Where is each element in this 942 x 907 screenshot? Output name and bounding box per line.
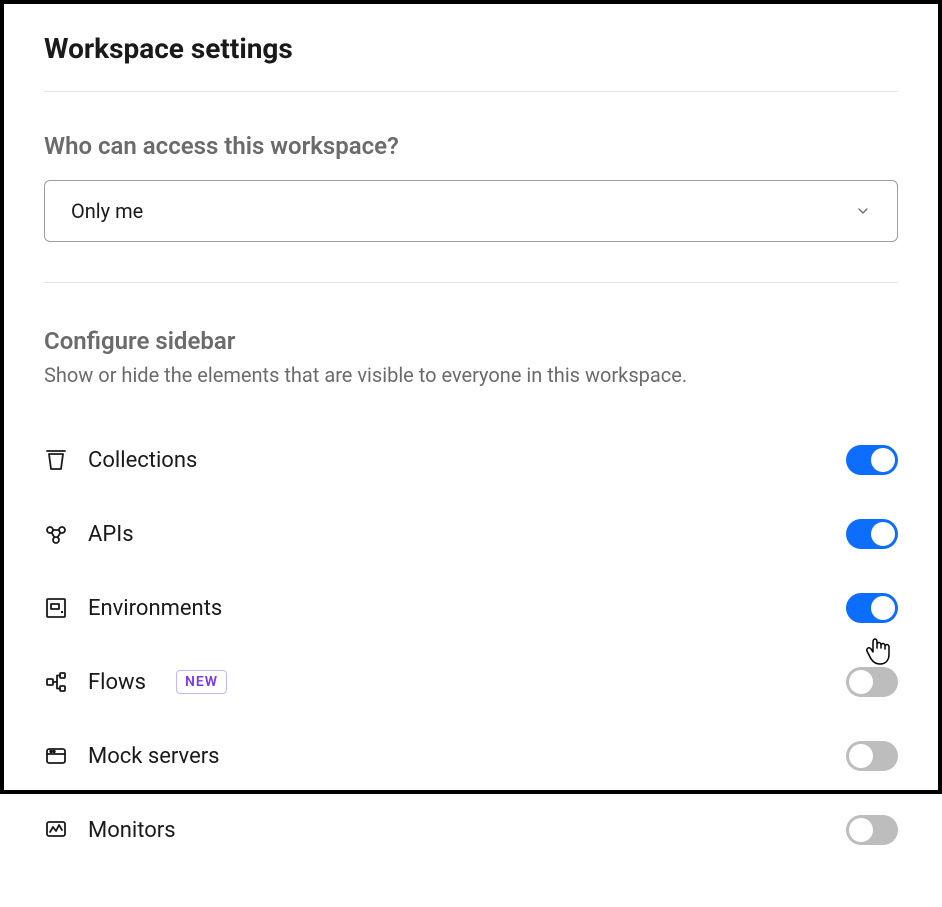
divider	[44, 282, 898, 283]
toggle-environments[interactable]	[846, 593, 898, 623]
collections-icon	[44, 448, 68, 472]
toggle-monitors[interactable]	[846, 815, 898, 845]
sidebar-item-label: Collections	[88, 448, 197, 473]
sidebar-item-label: Monitors	[88, 818, 176, 843]
access-select[interactable]: Only me	[44, 180, 898, 242]
new-badge: NEW	[176, 670, 227, 694]
flows-icon	[44, 670, 68, 694]
sidebar-item-monitors: Monitors	[44, 793, 898, 867]
sidebar-item-label: Environments	[88, 596, 222, 621]
configure-sidebar-title: Configure sidebar	[44, 327, 898, 355]
apis-icon	[44, 522, 68, 546]
page-title: Workspace settings	[44, 32, 898, 65]
sidebar-item-flows: Flows NEW	[44, 645, 898, 719]
toggle-flows[interactable]	[846, 667, 898, 697]
divider	[44, 91, 898, 92]
sidebar-item-label: Flows	[88, 670, 146, 695]
environments-icon	[44, 596, 68, 620]
configure-sidebar-description: Show or hide the elements that are visib…	[44, 363, 898, 387]
sidebar-item-environments: Environments	[44, 571, 898, 645]
access-select-value: Only me	[71, 199, 143, 223]
mock-servers-icon	[44, 744, 68, 768]
chevron-down-icon	[855, 203, 871, 219]
toggle-collections[interactable]	[846, 445, 898, 475]
sidebar-item-mock-servers: Mock servers	[44, 719, 898, 793]
sidebar-item-label: Mock servers	[88, 744, 220, 769]
toggle-mock-servers[interactable]	[846, 741, 898, 771]
monitors-icon	[44, 818, 68, 842]
access-section-header: Who can access this workspace?	[44, 132, 898, 160]
sidebar-item-collections: Collections	[44, 423, 898, 497]
toggle-apis[interactable]	[846, 519, 898, 549]
sidebar-item-label: APIs	[88, 522, 134, 547]
sidebar-item-apis: APIs	[44, 497, 898, 571]
